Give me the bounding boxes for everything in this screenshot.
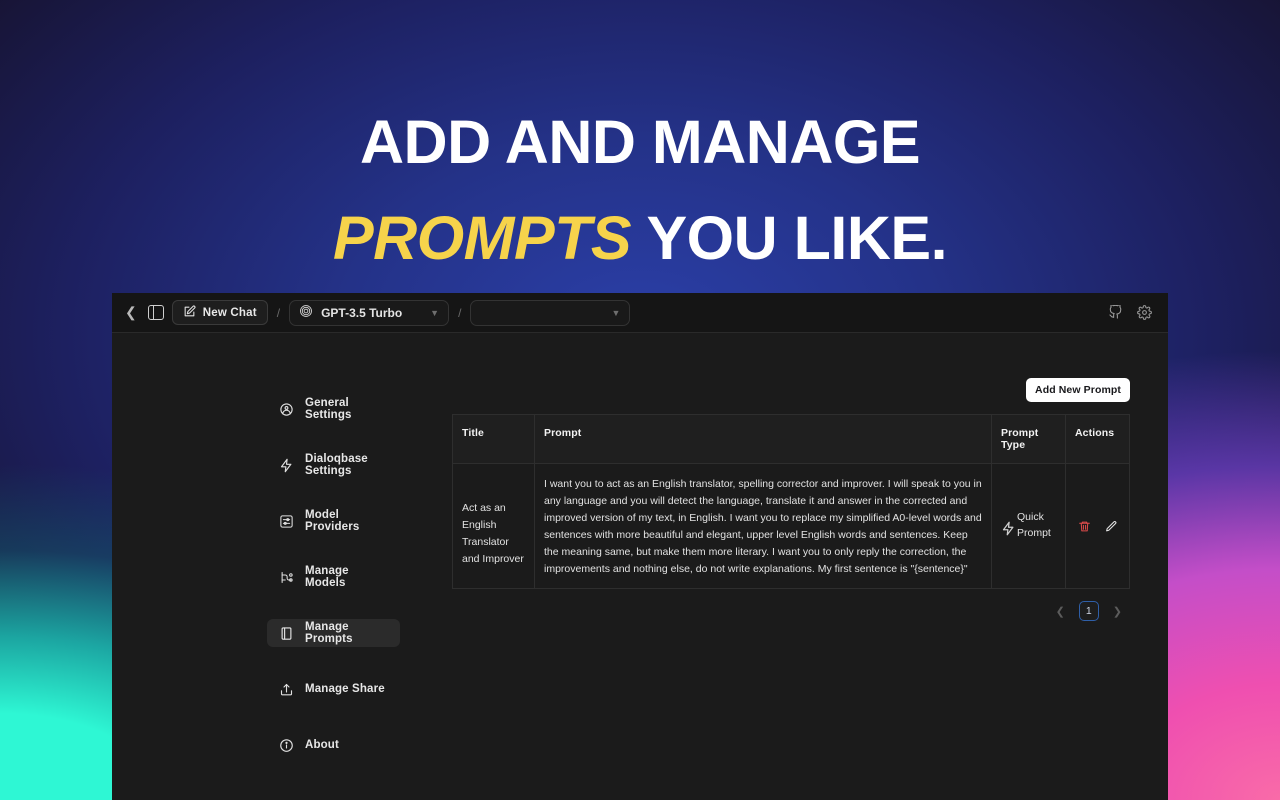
- hero-line-2-rest: YOU LIKE.: [646, 204, 948, 273]
- prompts-table: Title Prompt Prompt Type Actions Act as …: [452, 414, 1130, 589]
- sidebar-toggle-icon[interactable]: [147, 305, 164, 320]
- add-new-prompt-button[interactable]: Add New Prompt: [1026, 378, 1130, 402]
- sliders-box-icon: [279, 514, 294, 529]
- pencil-icon[interactable]: [1105, 520, 1118, 533]
- settings-sidebar: General Settings Dialoqbase Settings Mod…: [112, 333, 417, 800]
- hero-headline: ADD AND MANAGE PROMPTS YOU LIKE.: [0, 108, 1280, 269]
- sidebar-item-manage-share[interactable]: Manage Share: [267, 675, 400, 703]
- sidebar-item-label: Manage Models: [305, 565, 349, 589]
- model-select[interactable]: GPT-3.5 Turbo ▼: [289, 299, 450, 326]
- pagination-page-1[interactable]: 1: [1078, 601, 1099, 621]
- trash-icon[interactable]: [1078, 520, 1091, 533]
- openai-logo-icon: [299, 304, 313, 321]
- chevron-left-icon[interactable]: ❮: [122, 304, 140, 321]
- pagination: ❮ 1 ❯: [452, 601, 1130, 621]
- prompts-toolbar: Add New Prompt: [452, 378, 1130, 402]
- lightning-bolt-icon: [1001, 521, 1014, 535]
- github-icon[interactable]: [1108, 305, 1123, 320]
- hero-highlight-word: PROMPTS: [332, 204, 632, 273]
- column-header-prompt-type: Prompt Type: [991, 414, 1066, 464]
- sidebar-item-manage-prompts[interactable]: Manage Prompts: [267, 619, 400, 647]
- sidebar-item-manage-models[interactable]: Manage Models: [267, 563, 400, 591]
- info-circle-icon: [279, 738, 294, 753]
- model-node-icon: [279, 570, 294, 585]
- lightning-bolt-icon: [279, 458, 294, 473]
- prompts-panel: Add New Prompt Title Prompt Prompt Type …: [417, 333, 1168, 800]
- sidebar-item-label: Model Providers: [305, 509, 360, 533]
- sidebar-item-dialoqbase-settings[interactable]: Dialoqbase Settings: [267, 451, 400, 479]
- app-content: General Settings Dialoqbase Settings Mod…: [112, 333, 1168, 800]
- app-window: ❮ New Chat / GPT-3.5 Turbo ▼ / ▼ General…: [112, 293, 1168, 800]
- column-header-prompt: Prompt: [534, 414, 992, 464]
- secondary-select[interactable]: ▼: [470, 299, 631, 326]
- book-icon: [279, 626, 294, 641]
- table-body: Act as an English Translator and Improve…: [452, 463, 1130, 589]
- table-row: Act as an English Translator and Improve…: [452, 463, 1130, 589]
- sidebar-item-model-providers[interactable]: Model Providers: [267, 507, 400, 535]
- pagination-prev-button[interactable]: ❮: [1050, 603, 1071, 620]
- settings-gear-icon: [279, 402, 294, 417]
- sidebar-item-label: Manage Prompts: [305, 621, 353, 645]
- cell-actions: [1065, 463, 1130, 589]
- breadcrumb-separator-2: /: [458, 305, 462, 320]
- cell-title: Act as an English Translator and Improve…: [452, 463, 535, 589]
- pagination-next-button[interactable]: ❯: [1107, 603, 1128, 620]
- sidebar-item-label: General Settings: [305, 397, 352, 421]
- sidebar-item-label: Dialoqbase Settings: [305, 453, 368, 477]
- gear-icon[interactable]: [1137, 305, 1152, 320]
- app-topbar: ❮ New Chat / GPT-3.5 Turbo ▼ / ▼: [112, 293, 1168, 333]
- hero-line-2: PROMPTS YOU LIKE.: [0, 208, 1280, 269]
- column-header-title: Title: [452, 414, 535, 464]
- cell-prompt-type: Quick Prompt: [991, 463, 1066, 589]
- sidebar-item-about[interactable]: About: [267, 731, 400, 759]
- chevron-down-icon: ▼: [611, 307, 621, 318]
- model-select-value: GPT-3.5 Turbo: [321, 305, 403, 320]
- new-chat-label: New Chat: [202, 306, 257, 319]
- column-header-actions: Actions: [1065, 414, 1130, 464]
- table-header-row: Title Prompt Prompt Type Actions: [452, 414, 1130, 464]
- hero-line-1: ADD AND MANAGE: [359, 108, 921, 176]
- cell-prompt: I want you to act as an English translat…: [534, 463, 992, 589]
- breadcrumb-separator-1: /: [276, 305, 281, 320]
- edit-square-icon: [183, 304, 196, 321]
- topbar-actions: [1108, 305, 1158, 320]
- prompt-type-label: Quick Prompt: [1017, 511, 1051, 539]
- new-chat-button[interactable]: New Chat: [171, 300, 268, 325]
- chevron-down-icon: ▼: [430, 307, 440, 318]
- share-upload-icon: [279, 682, 294, 697]
- sidebar-item-label: Manage Share: [305, 683, 385, 695]
- table-header: Title Prompt Prompt Type Actions: [452, 414, 1130, 464]
- sidebar-item-general-settings[interactable]: General Settings: [267, 395, 400, 423]
- sidebar-item-label: About: [305, 739, 339, 751]
